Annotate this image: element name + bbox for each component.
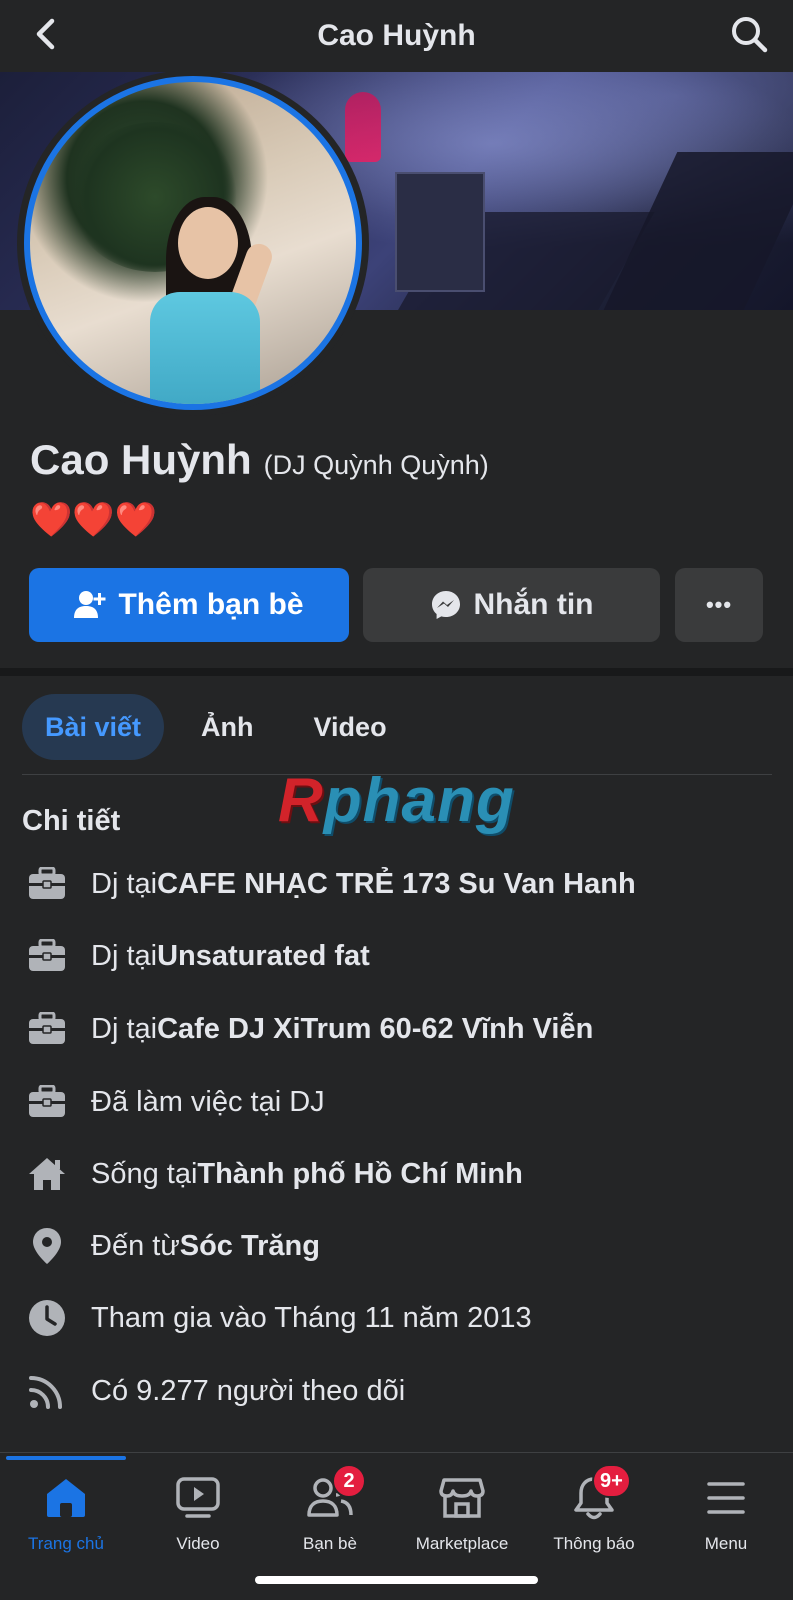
detail-item-work-3: Dj tại Cafe DJ XiTrum 60-62 Vĩnh Viễn <box>26 1005 593 1053</box>
top-bar: Cao Huỳnh <box>0 0 793 72</box>
menu-icon <box>700 1472 752 1524</box>
nav-marketplace[interactable]: Marketplace <box>396 1472 528 1554</box>
detail-item-lives-in: Sống tại Thành phố Hồ Chí Minh <box>26 1150 523 1198</box>
detail-item-joined: Tham gia vào Tháng 11 năm 2013 <box>26 1294 532 1342</box>
video-icon <box>172 1472 224 1524</box>
more-options-button[interactable]: ••• <box>675 568 763 642</box>
profile-avatar[interactable] <box>24 76 362 410</box>
cover-performer <box>345 92 381 162</box>
detail-hometown[interactable]: Sóc Trăng <box>180 1230 320 1263</box>
briefcase-icon <box>26 1008 68 1050</box>
nav-label: Marketplace <box>415 1534 509 1553</box>
avatar-face <box>178 207 238 279</box>
rss-icon <box>26 1370 68 1412</box>
add-friend-icon <box>74 590 106 620</box>
nav-home[interactable]: Trang chủ <box>0 1472 132 1554</box>
page-title: Cao Huỳnh <box>317 19 476 52</box>
section-divider <box>0 668 793 676</box>
profile-name-row: Cao Huỳnh (DJ Quỳnh Quỳnh) <box>30 436 489 484</box>
briefcase-icon <box>26 935 68 977</box>
active-tab-indicator <box>6 1456 126 1460</box>
messenger-icon <box>430 589 462 621</box>
briefcase-icon <box>26 1081 68 1123</box>
marketplace-icon <box>436 1472 488 1524</box>
detail-city[interactable]: Thành phố Hồ Chí Minh <box>197 1158 522 1191</box>
tab-videos[interactable]: Video <box>291 694 410 760</box>
bell-icon: 9+ <box>568 1464 631 1524</box>
nav-video[interactable]: Video <box>132 1472 264 1554</box>
avatar-dress <box>150 292 260 404</box>
home-indicator[interactable] <box>255 1576 538 1584</box>
nav-label: Video <box>176 1534 220 1553</box>
notifications-badge: 9+ <box>592 1464 631 1498</box>
nav-label: Trang chủ <box>28 1534 104 1553</box>
detail-workplace[interactable]: Unsaturated fat <box>157 940 370 973</box>
message-button[interactable]: Nhắn tin <box>363 568 660 642</box>
add-friend-label: Thêm bạn bè <box>118 588 304 621</box>
more-icon: ••• <box>705 592 733 617</box>
clock-icon <box>26 1297 68 1339</box>
tab-posts[interactable]: Bài viết <box>22 694 165 760</box>
profile-page: Cao Huỳnh Cao Huỳnh (DJ Quỳnh Quỳnh) ❤️❤… <box>0 0 793 1600</box>
add-friend-button[interactable]: Thêm bạn bè <box>29 568 349 642</box>
profile-alternate-name: (DJ Quỳnh Quỳnh) <box>263 450 489 480</box>
nav-label: Bạn bè <box>303 1534 357 1553</box>
nav-notifications[interactable]: 9+ Thông báo <box>528 1464 660 1554</box>
profile-name: Cao Huỳnh <box>30 436 252 483</box>
search-button[interactable] <box>727 12 771 56</box>
nav-label: Menu <box>704 1534 748 1553</box>
friends-badge: 2 <box>332 1464 366 1498</box>
search-icon <box>732 17 768 53</box>
profile-bio: ❤️❤️❤️ <box>30 501 158 539</box>
chevron-left-icon <box>36 18 55 50</box>
friends-icon: 2 <box>304 1464 366 1524</box>
detail-item-work-2: Dj tại Unsaturated fat <box>26 932 370 980</box>
watermark-logo: Rphang <box>278 766 515 835</box>
home-icon <box>26 1153 68 1195</box>
nav-menu[interactable]: Menu <box>660 1472 792 1554</box>
detail-workplace[interactable]: CAFE NHẠC TRẺ 173 Su Van Hanh <box>157 868 636 901</box>
detail-item-work-4: Đã làm việc tại DJ <box>26 1078 325 1126</box>
nav-friends[interactable]: 2 Bạn bè <box>264 1464 396 1554</box>
message-label: Nhắn tin <box>473 588 594 621</box>
detail-item-followers: Có 9.277 người theo dõi <box>26 1367 405 1415</box>
profile-tabs: Bài viết Ảnh Video <box>22 694 410 760</box>
detail-workplace[interactable]: Cafe DJ XiTrum 60-62 Vĩnh Viễn <box>157 1013 593 1046</box>
home-icon <box>40 1472 92 1524</box>
detail-item-from: Đến từ Sóc Trăng <box>26 1222 320 1270</box>
details-title: Chi tiết <box>22 805 121 837</box>
back-button[interactable] <box>26 14 66 54</box>
location-pin-icon <box>26 1225 68 1267</box>
nav-label: Thông báo <box>553 1534 635 1553</box>
briefcase-icon <box>26 863 68 905</box>
detail-item-work-1: Dj tại CAFE NHẠC TRẺ 173 Su Van Hanh <box>26 860 636 908</box>
cover-speaker <box>395 172 485 292</box>
tab-photos[interactable]: Ảnh <box>178 694 276 760</box>
